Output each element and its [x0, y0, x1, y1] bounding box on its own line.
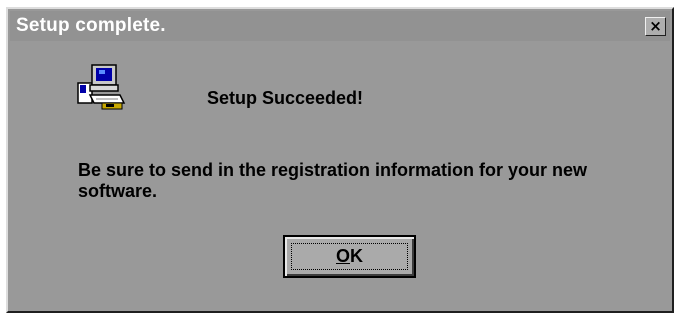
close-button[interactable]: × [645, 17, 666, 36]
setup-computer-icon [77, 64, 126, 110]
ok-mnemonic: O [335, 246, 350, 266]
close-icon: × [649, 17, 662, 35]
setup-complete-dialog: Setup complete. × Setup Succeeded! Be su… [6, 7, 674, 313]
ok-button[interactable]: OK [283, 235, 416, 278]
registration-message: Be sure to send in the registration info… [78, 160, 588, 201]
success-headline: Setup Succeeded! [207, 88, 364, 108]
window-title: Setup complete. [16, 15, 166, 36]
ok-label-rest: K [350, 246, 363, 266]
ok-button-label: OK [285, 246, 414, 267]
title-bar[interactable]: Setup complete. × [10, 11, 670, 41]
